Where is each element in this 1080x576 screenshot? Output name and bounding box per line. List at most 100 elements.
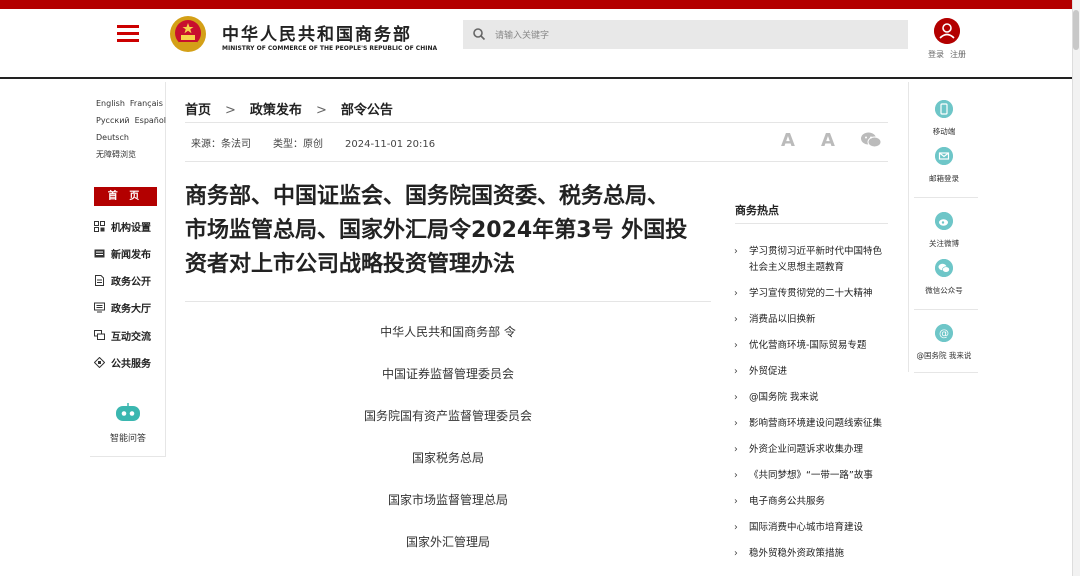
- issuer: 中华人民共和国商务部 令: [380, 325, 516, 339]
- site-logo-title[interactable]: 中华人民共和国商务部: [222, 20, 412, 45]
- hot-topic-item[interactable]: › 学习宣传贯彻党的二十大精神: [734, 286, 888, 302]
- lang-spanish[interactable]: Español: [135, 116, 166, 125]
- divider: [914, 309, 978, 310]
- scrollbar-thumb[interactable]: [1073, 10, 1079, 50]
- issuer: 中国证券监督管理委员会: [381, 367, 514, 381]
- hot-topic-item[interactable]: › 国际消费中心城市培育建设: [734, 520, 888, 536]
- hot-topic-label: 稳外贸稳外资政策措施: [749, 548, 845, 559]
- lang-french[interactable]: Français: [130, 99, 163, 108]
- sidebar-item-label: 公共服务: [111, 359, 151, 370]
- hot-topic-label: 国际消费中心城市培育建设: [749, 522, 864, 533]
- lang-german[interactable]: Deutsch: [96, 133, 129, 142]
- wechat-label: 微信公众号: [925, 286, 963, 295]
- article-meta: 来源：条法司 类型：原创 2024-11-01 20:16: [191, 135, 457, 150]
- hot-topics-title: 商务热点: [735, 204, 779, 217]
- hot-topic-label: 消费品以旧换新: [749, 314, 816, 325]
- divider: [185, 301, 711, 302]
- article-title-line: 市场监管总局、国家外汇局令2024年第3号 外国投: [185, 218, 688, 243]
- accessibility-link[interactable]: 无障碍浏览: [96, 150, 136, 159]
- menu-icon[interactable]: [117, 25, 139, 43]
- weibo-icon: [935, 212, 953, 230]
- breadcrumb: 首页 > 政策发布 > 部令公告: [185, 99, 393, 118]
- mobile-link[interactable]: 移动端: [910, 100, 978, 137]
- news-icon: [94, 249, 105, 258]
- chevron-right-icon: >: [315, 103, 327, 118]
- article-title: 商务部、中国证监会、国务院国资委、税务总局、 市场监管总局、国家外汇局令2024…: [185, 180, 710, 282]
- chevron-right-icon: ›: [734, 496, 738, 507]
- email-link[interactable]: 邮箱登录: [910, 147, 978, 184]
- hot-topic-label: 《共同梦想》“一带一路”故事: [749, 470, 873, 481]
- hot-topic-item[interactable]: › 《共同梦想》“一带一路”故事: [734, 468, 888, 484]
- home-button[interactable]: 首 页: [94, 187, 157, 206]
- hot-topic-item[interactable]: › 外贸促进: [734, 364, 888, 380]
- search-icon[interactable]: [472, 27, 486, 41]
- hot-topic-item[interactable]: › 稳外贸稳外资政策措施: [734, 546, 888, 562]
- hot-topic-label: 学习贯彻习近平新时代中国特色社会主义思想主题教育: [749, 246, 883, 273]
- at-sign-icon: @: [935, 324, 953, 342]
- sidebar-item-label: 政务公开: [111, 277, 151, 288]
- register-link[interactable]: 注册: [950, 50, 966, 59]
- sidebar-item-label: 互动交流: [111, 332, 151, 343]
- language-links: English Français Русский Español Deutsch 无…: [96, 95, 171, 163]
- chevron-right-icon: ›: [734, 418, 738, 429]
- assistant-label[interactable]: 智能问答: [110, 431, 146, 444]
- user-icon[interactable]: [934, 18, 960, 44]
- chevron-right-icon: ›: [734, 366, 738, 377]
- breadcrumb-home[interactable]: 首页: [185, 103, 211, 118]
- robot-assistant-icon[interactable]: [114, 402, 142, 424]
- hot-topic-item[interactable]: › @国务院 我来说: [734, 390, 888, 406]
- wechat-icon: [935, 259, 953, 277]
- divider: [914, 197, 978, 198]
- sidebar-item-label: 政务大厅: [111, 304, 151, 315]
- org-icon: [94, 221, 105, 232]
- chevron-right-icon: ›: [734, 340, 738, 351]
- hot-topic-label: 外资企业问题诉求收集办理: [749, 444, 864, 455]
- hall-icon: [94, 302, 105, 313]
- breadcrumb-policy[interactable]: 政策发布: [250, 103, 302, 118]
- scrollbar[interactable]: [1072, 0, 1080, 576]
- hot-topic-item[interactable]: › 电子商务公共服务: [734, 494, 888, 510]
- divider: [914, 372, 978, 373]
- top-accent-bar: [0, 0, 1080, 9]
- mail-icon: [935, 147, 953, 165]
- svg-text:@: @: [939, 329, 949, 340]
- hot-topic-item[interactable]: › 外资企业问题诉求收集办理: [734, 442, 888, 458]
- national-emblem-icon[interactable]: [168, 14, 208, 54]
- chevron-right-icon: ›: [734, 392, 738, 403]
- hot-topic-item[interactable]: › 影响营商环境建设问题线索征集: [734, 416, 888, 432]
- meta-date: 2024-11-01 20:16: [345, 139, 436, 150]
- issuer: 国务院国有资产监督管理委员会: [363, 409, 532, 423]
- sidebar-item-news[interactable]: 新闻发布: [94, 246, 164, 264]
- sidebar-item-service[interactable]: 公共服务: [94, 355, 164, 373]
- meta-source: 来源：条法司: [191, 139, 251, 150]
- hot-topic-label: 电子商务公共服务: [749, 496, 826, 507]
- breadcrumb-announcement[interactable]: 部令公告: [341, 103, 393, 118]
- hot-topic-item[interactable]: › 优化营商环境-国际贸易专题: [734, 338, 888, 354]
- hot-topic-label: 外贸促进: [749, 366, 788, 377]
- chevron-right-icon: ›: [734, 246, 738, 257]
- state-council-link[interactable]: @ @国务院 我来说: [910, 324, 978, 361]
- lang-russian[interactable]: Русский: [96, 116, 130, 125]
- divider: [735, 223, 888, 224]
- sidebar-item-org[interactable]: 机构设置: [94, 219, 164, 237]
- sidebar-item-interact[interactable]: 互动交流: [94, 328, 164, 346]
- login-link[interactable]: 登录: [928, 50, 944, 59]
- weibo-link[interactable]: 关注微博: [910, 212, 978, 249]
- user-links: 登录 注册: [928, 49, 972, 60]
- sidebar-item-hall[interactable]: 政务大厅: [94, 300, 164, 318]
- sidebar-item-public[interactable]: 政务公开: [94, 273, 164, 291]
- font-small-button[interactable]: A: [821, 130, 835, 151]
- hot-topic-label: 学习宣传贯彻党的二十大精神: [749, 288, 873, 299]
- issuer-list: 中华人民共和国商务部 令 中国证券监督管理委员会 国务院国有资产监督管理委员会 …: [185, 322, 711, 574]
- mobile-label: 移动端: [932, 127, 956, 136]
- hot-topic-item[interactable]: › 消费品以旧换新: [734, 312, 888, 328]
- chevron-right-icon: ›: [734, 548, 738, 559]
- wechat-share-icon[interactable]: [860, 131, 882, 149]
- article-title-line: 商务部、中国证监会、国务院国资委、税务总局、: [185, 184, 670, 209]
- hot-topic-item[interactable]: › 学习贯彻习近平新时代中国特色社会主义思想主题教育: [734, 244, 888, 276]
- wechat-link[interactable]: 微信公众号: [910, 259, 978, 296]
- chevron-right-icon: ›: [734, 444, 738, 455]
- lang-english[interactable]: English: [96, 99, 125, 108]
- issuer: 国家外汇管理局: [405, 535, 490, 549]
- font-large-button[interactable]: A: [781, 130, 795, 151]
